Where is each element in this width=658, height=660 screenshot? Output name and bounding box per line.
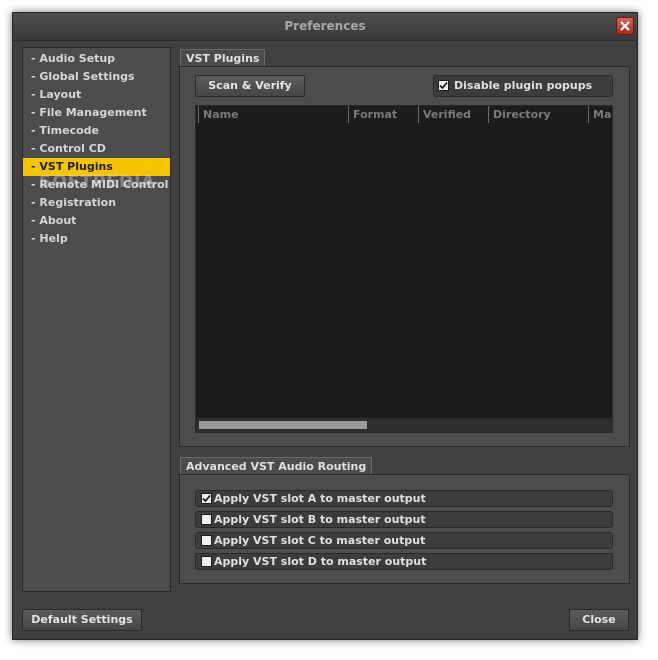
scrollbar-thumb[interactable] (199, 421, 367, 429)
close-button[interactable]: Close (569, 609, 629, 631)
tab-advanced-vst-audio-routing[interactable]: Advanced VST Audio Routing (180, 457, 373, 475)
sidebar-item-global-settings[interactable]: - Global Settings (23, 68, 170, 86)
watermark-logo: SOFTPEDIA (39, 172, 156, 192)
sidebar-item-control-cd-generator[interactable]: - Control CD Generator (23, 140, 170, 173)
sidebar-item-audio-setup[interactable]: - Audio Setup (23, 50, 170, 68)
window-close-button[interactable] (616, 17, 634, 35)
sidebar-item-about[interactable]: - About (23, 212, 170, 230)
title-bar[interactable]: Preferences (13, 13, 637, 41)
close-icon (620, 21, 630, 31)
slot-d-label: Apply VST slot D to master output (214, 555, 427, 568)
plugin-list[interactable]: Name Format Verified Directory Man (195, 105, 613, 433)
slot-c-label: Apply VST slot C to master output (214, 534, 426, 547)
default-settings-button[interactable]: Default Settings (22, 609, 142, 631)
routing-panel: Apply VST slot A to master output Apply … (179, 474, 630, 584)
checkmark-icon (202, 494, 211, 503)
sidebar-item-layout[interactable]: - Layout (23, 86, 170, 104)
slot-a-checkbox[interactable] (201, 493, 212, 504)
disable-popups-label: Disable plugin popups (454, 79, 593, 92)
slot-a-label: Apply VST slot A to master output (214, 492, 426, 505)
disable-popups-checkbox[interactable] (438, 80, 449, 91)
vst-plugins-panel: Scan & Verify Disable plugin popups Name… (179, 66, 630, 447)
routing-option-slot-b[interactable]: Apply VST slot B to master output (195, 511, 613, 528)
routing-option-slot-d[interactable]: Apply VST slot D to master output (195, 553, 613, 570)
column-header-verified[interactable]: Verified (418, 106, 471, 123)
sidebar-item-timecode[interactable]: - Timecode (23, 122, 170, 140)
column-header-name[interactable]: Name (198, 106, 239, 123)
sidebar-item-help[interactable]: - Help (23, 230, 170, 248)
routing-option-slot-c[interactable]: Apply VST slot C to master output (195, 532, 613, 549)
scan-verify-button[interactable]: Scan & Verify (195, 75, 305, 97)
column-header-directory[interactable]: Directory (488, 106, 551, 123)
sidebar-item-registration[interactable]: - Registration (23, 194, 170, 212)
slot-b-label: Apply VST slot B to master output (214, 513, 426, 526)
checkmark-icon (439, 81, 448, 90)
column-header-manufacturer[interactable]: Man (588, 106, 612, 123)
column-header-format[interactable]: Format (348, 106, 397, 123)
slot-b-checkbox[interactable] (201, 514, 212, 525)
sidebar-nav: - Audio Setup - Global Settings - Layout… (22, 47, 171, 592)
slot-c-checkbox[interactable] (201, 535, 212, 546)
tab-vst-plugins[interactable]: VST Plugins (180, 49, 266, 67)
slot-d-checkbox[interactable] (201, 556, 212, 567)
disable-popups-option[interactable]: Disable plugin popups (433, 75, 613, 97)
sidebar-item-file-management[interactable]: - File Management (23, 104, 170, 122)
horizontal-scrollbar[interactable] (196, 418, 612, 432)
window-title: Preferences (284, 19, 366, 33)
routing-option-slot-a[interactable]: Apply VST slot A to master output (195, 490, 613, 507)
preferences-window: Preferences - Audio Setup - Global Setti… (12, 12, 638, 640)
